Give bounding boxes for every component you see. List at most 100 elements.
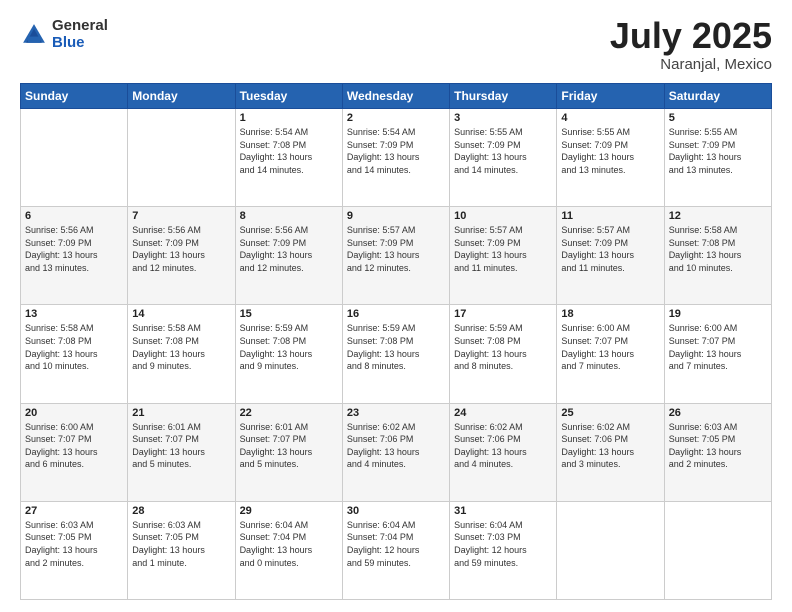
day-number: 14: [132, 308, 230, 320]
day-info: Sunrise: 6:00 AM Sunset: 7:07 PM Dayligh…: [669, 322, 767, 372]
col-monday: Monday: [128, 84, 235, 109]
day-number: 15: [240, 308, 338, 320]
logo-text: General Blue: [52, 18, 108, 51]
calendar-cell: 16Sunrise: 5:59 AM Sunset: 7:08 PM Dayli…: [342, 305, 449, 403]
day-info: Sunrise: 5:55 AM Sunset: 7:09 PM Dayligh…: [561, 126, 659, 176]
day-info: Sunrise: 6:01 AM Sunset: 7:07 PM Dayligh…: [240, 421, 338, 471]
calendar-week-0: 1 Sunrise: 5:54 AM Sunset: 7:08 PM Daylig…: [21, 109, 772, 207]
header: General Blue July 2025 Naranjal, Mexico: [20, 18, 772, 73]
day-info: Sunrise: 6:04 AM Sunset: 7:04 PM Dayligh…: [347, 519, 445, 569]
calendar-header-row: Sunday Monday Tuesday Wednesday Thursday…: [21, 84, 772, 109]
day-number: 30: [347, 505, 445, 517]
day-number: 17: [454, 308, 552, 320]
calendar-cell: 27 Sunrise: 6:03 AM Sunset: 7:05 PM Dayli…: [21, 501, 128, 599]
day-info: Sunrise: 6:04 AM Sunset: 7:04 PM Dayligh…: [240, 519, 338, 569]
calendar-cell: 29 Sunrise: 6:04 AM Sunset: 7:04 PM Dayli…: [235, 501, 342, 599]
day-info: Sunrise: 6:02 AM Sunset: 7:06 PM Dayligh…: [454, 421, 552, 471]
calendar-cell: 6Sunrise: 5:56 AM Sunset: 7:09 PM Daylig…: [21, 207, 128, 305]
day-info: Sunrise: 5:55 AM Sunset: 7:09 PM Dayligh…: [454, 126, 552, 176]
calendar-cell: 11 Sunrise: 5:57 AM Sunset: 7:09 PM Dayli…: [557, 207, 664, 305]
title-month: July 2025: [610, 18, 772, 54]
day-info: Sunrise: 6:00 AM Sunset: 7:07 PM Dayligh…: [561, 322, 659, 372]
day-number: 3: [454, 112, 552, 124]
day-info: Sunrise: 6:02 AM Sunset: 7:06 PM Dayligh…: [347, 421, 445, 471]
day-number: 22: [240, 407, 338, 419]
day-number: 31: [454, 505, 552, 517]
calendar-cell: 5 Sunrise: 5:55 AM Sunset: 7:09 PM Daylig…: [664, 109, 771, 207]
day-number: 5: [669, 112, 767, 124]
day-info: Sunrise: 5:54 AM Sunset: 7:08 PM Dayligh…: [240, 126, 338, 176]
logo-general: General: [52, 17, 108, 34]
day-info: Sunrise: 5:58 AM Sunset: 7:08 PM Dayligh…: [669, 224, 767, 274]
day-number: 2: [347, 112, 445, 124]
calendar-cell: 19 Sunrise: 6:00 AM Sunset: 7:07 PM Dayli…: [664, 305, 771, 403]
day-info: Sunrise: 5:59 AM Sunset: 7:08 PM Dayligh…: [347, 322, 445, 372]
day-info: Sunrise: 5:54 AM Sunset: 7:09 PM Dayligh…: [347, 126, 445, 176]
calendar-cell: 7 Sunrise: 5:56 AM Sunset: 7:09 PM Daylig…: [128, 207, 235, 305]
day-info: Sunrise: 5:55 AM Sunset: 7:09 PM Dayligh…: [669, 126, 767, 176]
day-number: 18: [561, 308, 659, 320]
calendar-cell: 4 Sunrise: 5:55 AM Sunset: 7:09 PM Daylig…: [557, 109, 664, 207]
day-info: Sunrise: 6:04 AM Sunset: 7:03 PM Dayligh…: [454, 519, 552, 569]
calendar-cell: 31 Sunrise: 6:04 AM Sunset: 7:03 PM Dayli…: [450, 501, 557, 599]
day-info: Sunrise: 6:03 AM Sunset: 7:05 PM Dayligh…: [132, 519, 230, 569]
calendar-cell: 30 Sunrise: 6:04 AM Sunset: 7:04 PM Dayli…: [342, 501, 449, 599]
col-tuesday: Tuesday: [235, 84, 342, 109]
calendar-week-2: 13 Sunrise: 5:58 AM Sunset: 7:08 PM Dayli…: [21, 305, 772, 403]
day-info: Sunrise: 5:58 AM Sunset: 7:08 PM Dayligh…: [132, 322, 230, 372]
day-number: 27: [25, 505, 123, 517]
day-info: Sunrise: 5:58 AM Sunset: 7:08 PM Dayligh…: [25, 322, 123, 372]
calendar-cell: 22 Sunrise: 6:01 AM Sunset: 7:07 PM Dayli…: [235, 403, 342, 501]
col-thursday: Thursday: [450, 84, 557, 109]
day-number: 4: [561, 112, 659, 124]
calendar-cell: 15 Sunrise: 5:59 AM Sunset: 7:08 PM Dayli…: [235, 305, 342, 403]
calendar-cell: 18 Sunrise: 6:00 AM Sunset: 7:07 PM Dayli…: [557, 305, 664, 403]
calendar-cell: 20Sunrise: 6:00 AM Sunset: 7:07 PM Dayli…: [21, 403, 128, 501]
title-block: July 2025 Naranjal, Mexico: [610, 18, 772, 73]
calendar-cell: 25Sunrise: 6:02 AM Sunset: 7:06 PM Dayli…: [557, 403, 664, 501]
calendar-cell: [664, 501, 771, 599]
day-number: 12: [669, 210, 767, 222]
day-info: Sunrise: 5:59 AM Sunset: 7:08 PM Dayligh…: [454, 322, 552, 372]
calendar-cell: 8Sunrise: 5:56 AM Sunset: 7:09 PM Daylig…: [235, 207, 342, 305]
day-info: Sunrise: 5:57 AM Sunset: 7:09 PM Dayligh…: [454, 224, 552, 274]
day-number: 7: [132, 210, 230, 222]
calendar-cell: 10 Sunrise: 5:57 AM Sunset: 7:09 PM Dayli…: [450, 207, 557, 305]
day-info: Sunrise: 6:01 AM Sunset: 7:07 PM Dayligh…: [132, 421, 230, 471]
day-number: 8: [240, 210, 338, 222]
calendar-cell: 17 Sunrise: 5:59 AM Sunset: 7:08 PM Dayli…: [450, 305, 557, 403]
day-info: Sunrise: 5:56 AM Sunset: 7:09 PM Dayligh…: [132, 224, 230, 274]
day-number: 26: [669, 407, 767, 419]
day-info: Sunrise: 5:59 AM Sunset: 7:08 PM Dayligh…: [240, 322, 338, 372]
day-number: 10: [454, 210, 552, 222]
day-number: 29: [240, 505, 338, 517]
logo: General Blue: [20, 18, 108, 51]
calendar-cell: 1 Sunrise: 5:54 AM Sunset: 7:08 PM Daylig…: [235, 109, 342, 207]
calendar-cell: [21, 109, 128, 207]
day-number: 13: [25, 308, 123, 320]
calendar-cell: 28 Sunrise: 6:03 AM Sunset: 7:05 PM Dayli…: [128, 501, 235, 599]
day-info: Sunrise: 5:57 AM Sunset: 7:09 PM Dayligh…: [561, 224, 659, 274]
day-info: Sunrise: 6:03 AM Sunset: 7:05 PM Dayligh…: [25, 519, 123, 569]
calendar-cell: 9Sunrise: 5:57 AM Sunset: 7:09 PM Daylig…: [342, 207, 449, 305]
day-number: 28: [132, 505, 230, 517]
day-info: Sunrise: 6:00 AM Sunset: 7:07 PM Dayligh…: [25, 421, 123, 471]
day-info: Sunrise: 5:57 AM Sunset: 7:09 PM Dayligh…: [347, 224, 445, 274]
day-info: Sunrise: 5:56 AM Sunset: 7:09 PM Dayligh…: [25, 224, 123, 274]
calendar-cell: 21 Sunrise: 6:01 AM Sunset: 7:07 PM Dayli…: [128, 403, 235, 501]
calendar-cell: [128, 109, 235, 207]
calendar-week-1: 6Sunrise: 5:56 AM Sunset: 7:09 PM Daylig…: [21, 207, 772, 305]
calendar-cell: 3 Sunrise: 5:55 AM Sunset: 7:09 PM Daylig…: [450, 109, 557, 207]
day-number: 21: [132, 407, 230, 419]
page: General Blue July 2025 Naranjal, Mexico …: [0, 0, 792, 612]
logo-icon: [20, 21, 48, 49]
calendar-week-3: 20Sunrise: 6:00 AM Sunset: 7:07 PM Dayli…: [21, 403, 772, 501]
logo-blue: Blue: [52, 34, 85, 51]
col-sunday: Sunday: [21, 84, 128, 109]
day-number: 24: [454, 407, 552, 419]
day-number: 1: [240, 112, 338, 124]
col-saturday: Saturday: [664, 84, 771, 109]
day-number: 11: [561, 210, 659, 222]
day-number: 19: [669, 308, 767, 320]
day-info: Sunrise: 6:03 AM Sunset: 7:05 PM Dayligh…: [669, 421, 767, 471]
